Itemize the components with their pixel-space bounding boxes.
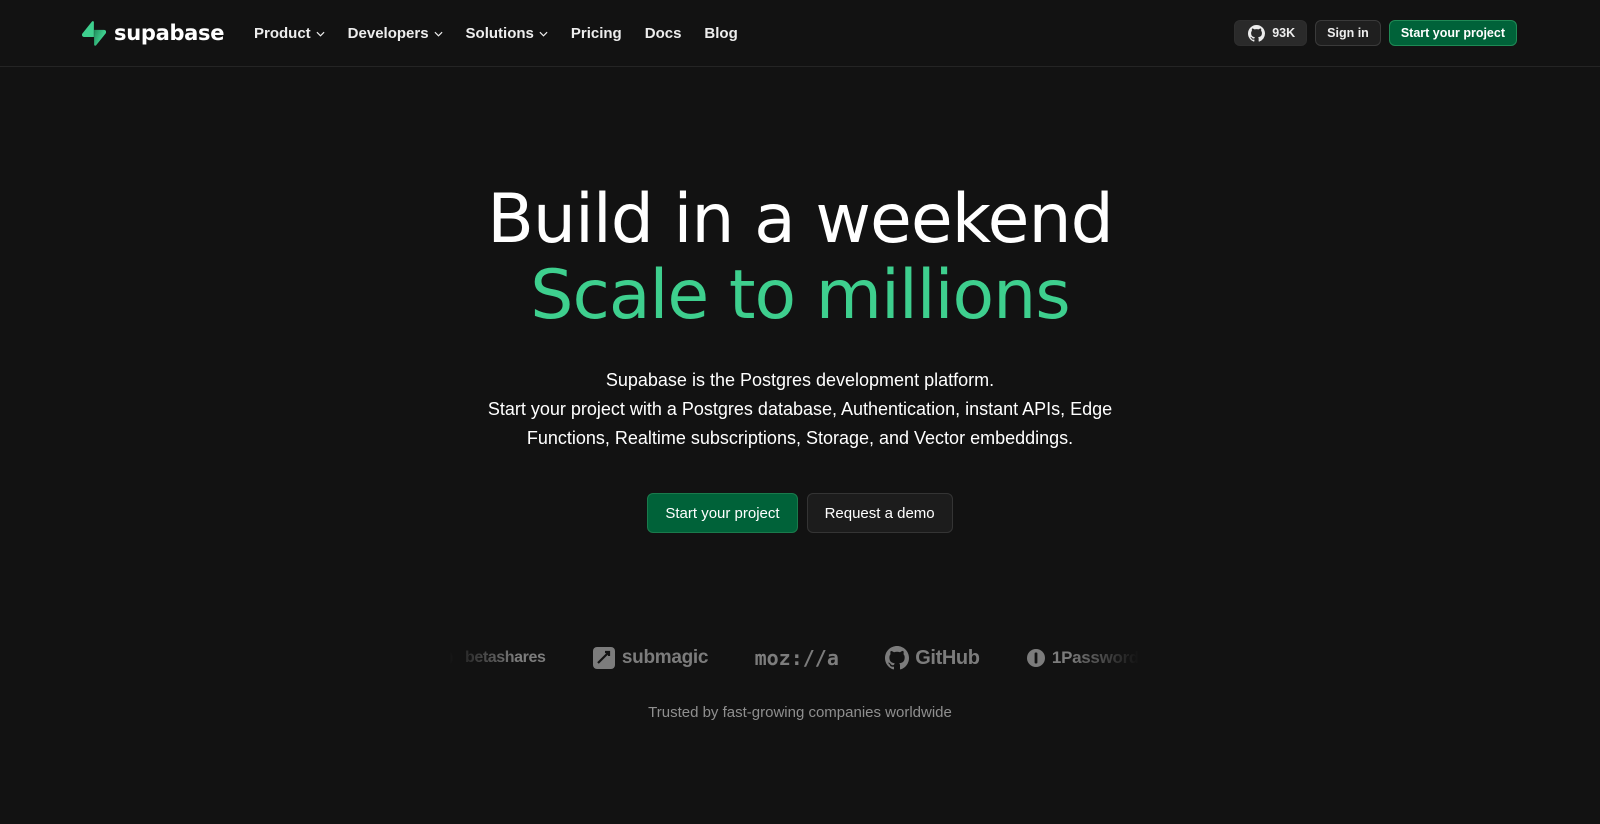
brand-name: supabase bbox=[114, 21, 225, 45]
request-demo-button[interactable]: Request a demo bbox=[806, 493, 953, 533]
betashares-logo: betashares bbox=[445, 649, 546, 667]
hero-description: Supabase is the Postgres development pla… bbox=[400, 366, 1200, 453]
nav-item-label: Docs bbox=[644, 24, 682, 42]
hero-title: Build in a weekend Scale to millions bbox=[0, 180, 1600, 336]
1password-icon bbox=[1026, 649, 1045, 667]
submagic-logo-text: submagic bbox=[621, 647, 709, 668]
nav-item-label: Blog bbox=[704, 24, 738, 42]
github-stars-button[interactable]: 93K bbox=[1234, 20, 1308, 46]
hero-description-line: Functions, Realtime subscriptions, Stora… bbox=[526, 428, 1074, 448]
mozilla-logo: moz://a bbox=[755, 646, 839, 670]
request-demo-button-label: Request a demo bbox=[824, 504, 935, 522]
supabase-logo[interactable]: supabase bbox=[82, 18, 225, 48]
sign-in-label: Sign in bbox=[1327, 26, 1369, 40]
mozilla-logo-text: moz://a bbox=[754, 646, 839, 670]
hero-cta-group: Start your project Request a demo bbox=[0, 493, 1600, 533]
github-logo-text: GitHub bbox=[915, 646, 980, 669]
start-project-button[interactable]: Start your project bbox=[647, 493, 798, 533]
nav-item-docs[interactable]: Docs bbox=[645, 25, 682, 42]
hero-description-line: Supabase is the Postgres development pla… bbox=[605, 370, 995, 390]
start-project-nav-button[interactable]: Start your project bbox=[1388, 20, 1517, 46]
github-logo: GitHub bbox=[885, 646, 980, 670]
nav-item-label: Product bbox=[254, 24, 311, 42]
github-icon bbox=[885, 646, 910, 670]
bolt-icon bbox=[82, 20, 106, 46]
chevron-down-icon bbox=[539, 31, 548, 37]
nav-item-blog[interactable]: Blog bbox=[704, 25, 737, 42]
submagic-icon bbox=[592, 647, 615, 669]
nav-item-pricing[interactable]: Pricing bbox=[571, 25, 622, 42]
betashares-logo-text: betashares bbox=[465, 649, 546, 666]
submagic-logo: submagic bbox=[592, 646, 708, 670]
nav-item-solutions[interactable]: Solutions bbox=[466, 25, 548, 42]
nav-item-label: Developers bbox=[347, 24, 429, 42]
main-nav: Product Developers Solutions Pricing Doc… bbox=[254, 22, 738, 44]
hero-title-line1: Build in a weekend bbox=[487, 180, 1114, 259]
nav-item-label: Pricing bbox=[570, 24, 622, 42]
hero-description-line: Start your project with a Postgres datab… bbox=[487, 399, 1113, 419]
github-icon bbox=[1248, 24, 1266, 42]
hero-title-line2: Scale to millions bbox=[530, 256, 1070, 335]
trusted-caption: Trusted by fast-growing companies worldw… bbox=[648, 704, 952, 721]
1password-logo-text: 1Password bbox=[1051, 648, 1139, 667]
nav-item-label: Solutions bbox=[465, 24, 534, 42]
start-project-button-label: Start your project bbox=[665, 504, 780, 522]
customer-logos: betashares submagic moz://a GitHub 1Pass… bbox=[446, 640, 1139, 676]
nav-item-developers[interactable]: Developers bbox=[348, 25, 443, 42]
1password-logo: 1Password bbox=[1026, 648, 1139, 668]
github-stars-count: 93K bbox=[1272, 26, 1296, 40]
sign-in-button[interactable]: Sign in bbox=[1315, 20, 1381, 46]
chevron-down-icon bbox=[316, 31, 325, 37]
top-navbar: supabase Product Developers Solutions Pr… bbox=[0, 0, 1600, 67]
nav-actions: 93K Sign in Start your project bbox=[1234, 20, 1517, 46]
chevron-down-icon bbox=[434, 31, 443, 37]
start-project-label: Start your project bbox=[1400, 26, 1505, 40]
nav-item-product[interactable]: Product bbox=[254, 25, 325, 42]
betashares-icon bbox=[446, 649, 453, 667]
